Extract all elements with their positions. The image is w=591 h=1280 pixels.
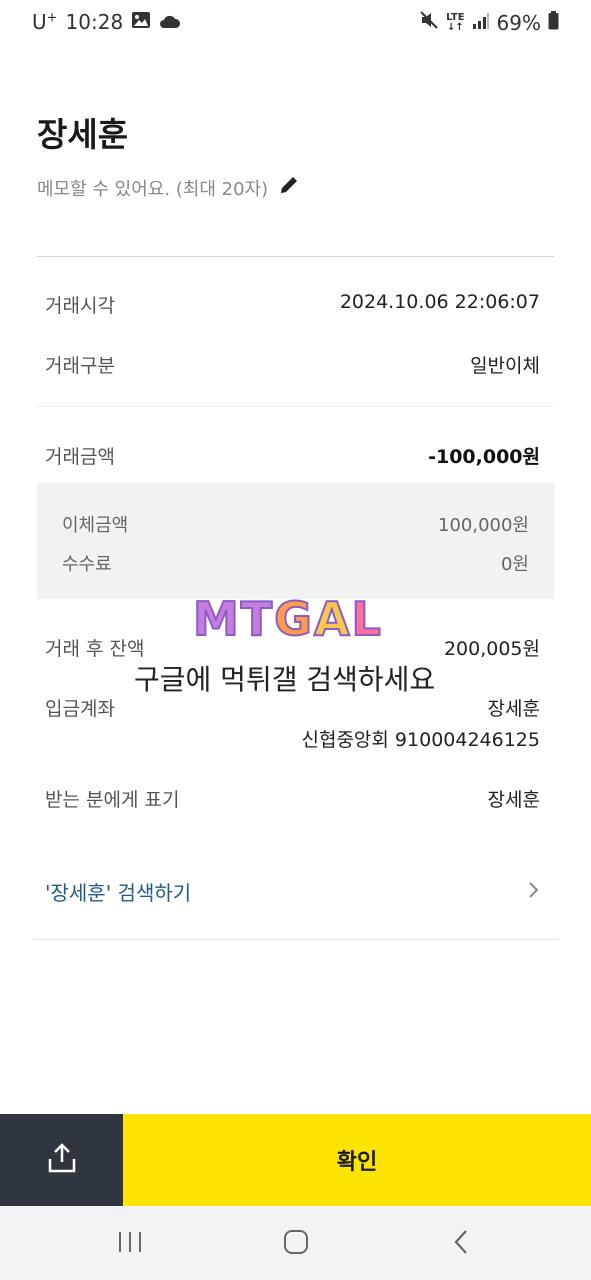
- status-bar: U+ 10:28 LTE ↓↑ 69%: [0, 0, 591, 46]
- carrier-label: U+: [32, 10, 58, 34]
- chevron-right-icon: [528, 880, 540, 904]
- balance-label: 거래 후 잔액: [45, 638, 145, 660]
- mute-icon: [419, 10, 439, 35]
- row-recipient-display: 받는 분에게 표기 장세훈: [45, 785, 540, 812]
- clock: 10:28: [65, 10, 124, 34]
- confirm-button[interactable]: 확인: [123, 1114, 591, 1206]
- amount-value: -100,000원: [428, 446, 540, 468]
- pencil-icon[interactable]: [278, 174, 300, 201]
- home-icon[interactable]: [282, 1228, 310, 1260]
- battery-icon: [548, 10, 559, 35]
- row-transaction-time: 거래시각 2024.10.06 22:06:07: [45, 291, 540, 318]
- recipient-name: 장세훈: [37, 115, 129, 154]
- transaction-time-label: 거래시각: [45, 295, 115, 317]
- balance-value: 200,005원: [443, 638, 540, 660]
- recipient-display-label: 받는 분에게 표기: [45, 789, 180, 811]
- row-transaction-amount: 거래금액 -100,000원: [45, 442, 540, 469]
- search-divider: [33, 939, 559, 940]
- deposit-account-name: 장세훈: [487, 698, 540, 720]
- search-recipient-label: '장세훈' 검색하기: [45, 881, 192, 905]
- cloud-icon: [159, 10, 181, 34]
- amount-breakdown: 이체금액 100,000원 수수료 0원: [37, 483, 554, 599]
- transaction-type-label: 거래구분: [45, 355, 115, 377]
- network-type: LTE ↓↑: [446, 11, 465, 33]
- transfer-amount-label: 이체금액: [62, 515, 129, 536]
- section-divider: [37, 406, 554, 407]
- image-icon: [131, 10, 151, 34]
- deposit-account-number: 신협중앙회 910004246125: [301, 729, 540, 751]
- fee-label: 수수료: [62, 554, 112, 575]
- row-fee: 수수료 0원: [62, 550, 529, 576]
- row-transfer-amount: 이체금액 100,000원: [62, 511, 529, 537]
- search-recipient-link[interactable]: '장세훈' 검색하기: [45, 877, 540, 906]
- transfer-amount-value: 100,000원: [438, 515, 529, 536]
- battery-percent: 69%: [496, 10, 541, 35]
- memo-placeholder: 메모할 수 있어요. (최대 20자): [37, 178, 269, 200]
- transaction-time-value: 2024.10.06 22:06:07: [339, 291, 540, 313]
- fee-value: 0원: [500, 554, 529, 575]
- signal-icon: [472, 11, 490, 35]
- recipient-display-value: 장세훈: [487, 789, 540, 811]
- row-deposit-account: 입금계좌 장세훈: [45, 694, 540, 721]
- watermark-text: 구글에 먹튀갤 검색하세요: [134, 663, 436, 696]
- header-divider: [37, 256, 554, 257]
- share-button[interactable]: [0, 1114, 123, 1206]
- deposit-account-label: 입금계좌: [45, 698, 115, 720]
- recent-apps-icon[interactable]: [117, 1228, 143, 1260]
- transaction-type-value: 일반이체: [470, 355, 540, 377]
- memo-field[interactable]: 메모할 수 있어요. (최대 20자): [37, 174, 300, 201]
- back-icon[interactable]: [452, 1228, 470, 1260]
- amount-label: 거래금액: [45, 446, 115, 468]
- system-nav-bar: [0, 1206, 591, 1280]
- row-transaction-type: 거래구분 일반이체: [45, 351, 540, 378]
- share-icon: [47, 1142, 77, 1178]
- watermark-logo: MTGAL: [192, 591, 383, 647]
